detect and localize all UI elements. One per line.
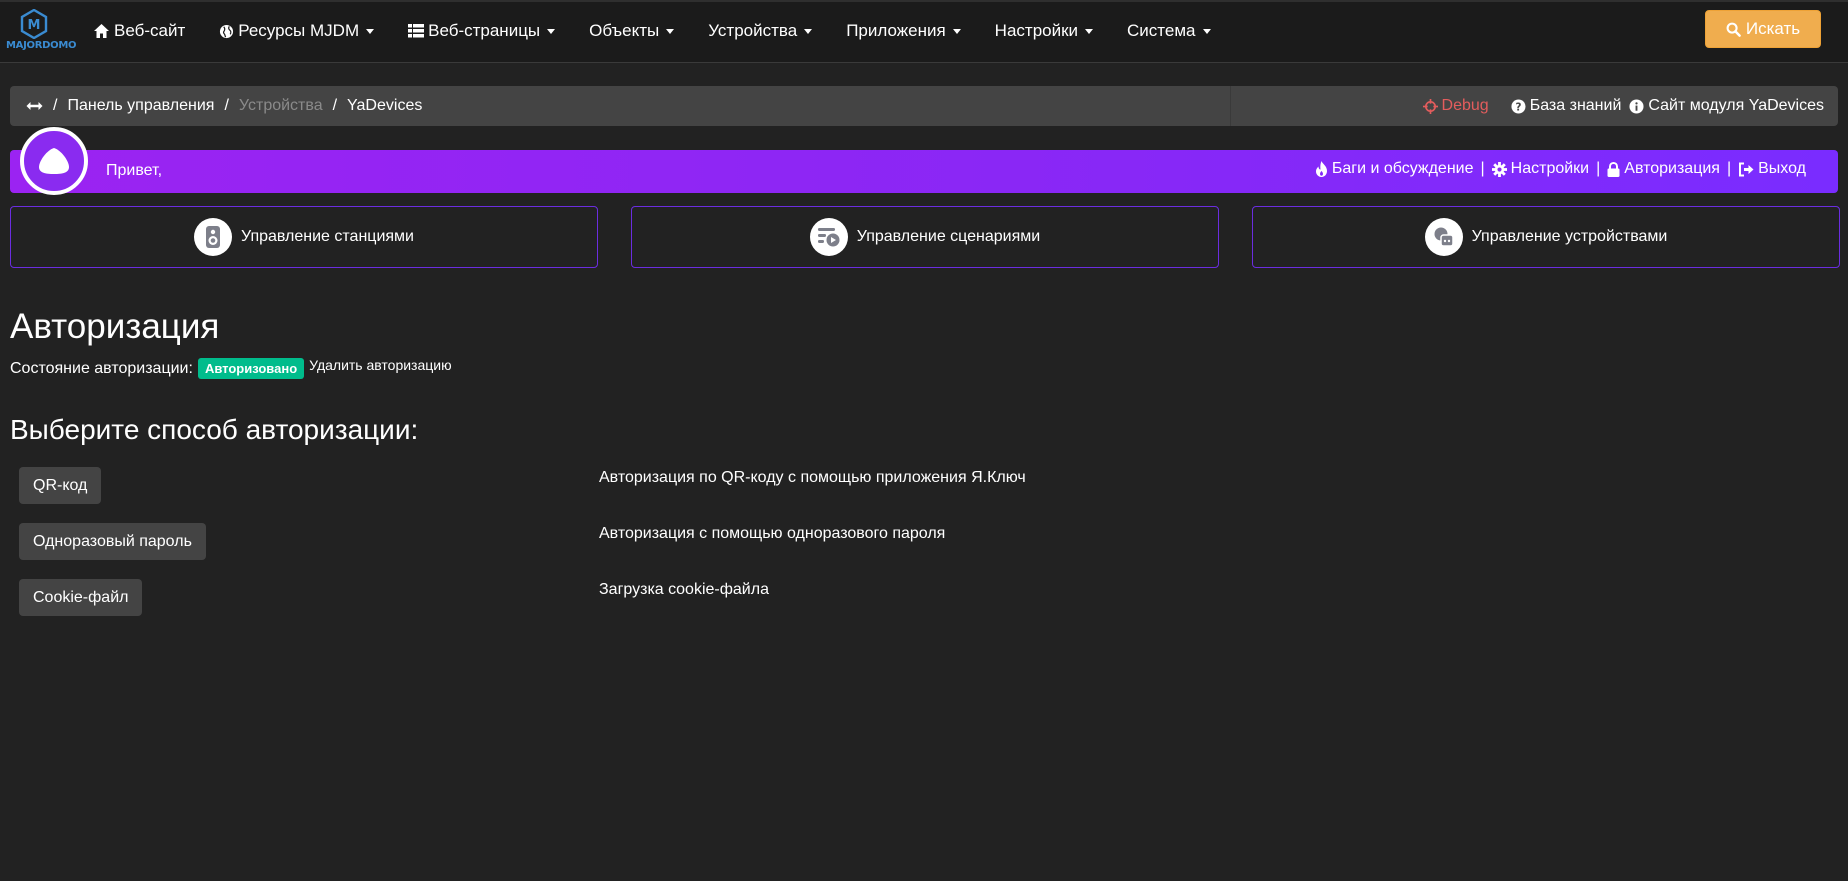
breadcrumb-actions: Debug ? База знаний Сайт модуля YaDevice… (1230, 86, 1838, 126)
choose-method-title: Выберите способ авторизации: (10, 414, 419, 445)
search-button[interactable]: Искать (1705, 10, 1821, 48)
chevron-down-icon (1202, 28, 1211, 34)
chevron-down-icon (366, 28, 375, 34)
bugs-link[interactable]: Баги и обсуждение (1315, 160, 1474, 178)
knowledge-base-link[interactable]: ? База знаний (1511, 97, 1622, 115)
logout-link[interactable]: Выход (1738, 160, 1806, 178)
nav-item-system[interactable]: Система (1110, 0, 1227, 62)
home-icon (93, 23, 110, 39)
auth-link[interactable]: Авторизация (1607, 160, 1720, 178)
greeting-text: Привет, (106, 162, 163, 179)
search-button-label: Искать (1745, 19, 1801, 38)
breadcrumb-separator: / (332, 97, 338, 114)
search-icon (1726, 22, 1741, 37)
scenario-icon (809, 218, 848, 256)
logo-icon: M (20, 9, 48, 39)
link-separator: | (1480, 160, 1485, 177)
manage-stations-label: Управление станциями (241, 228, 414, 245)
nav-item-label: Веб-страницы (428, 21, 541, 40)
nav-item-label: Устройства (708, 21, 798, 40)
chevron-down-icon (952, 28, 961, 34)
nav-item-label: Система (1127, 21, 1196, 40)
auth-status-line: Состояние авторизации: Авторизовано Удал… (10, 357, 452, 379)
page-title: Авторизация (10, 307, 220, 346)
auth-label: Авторизация (1624, 160, 1720, 177)
bugs-label: Баги и обсуждение (1331, 160, 1474, 177)
logout-label: Выход (1758, 160, 1806, 177)
gear-icon (1491, 161, 1507, 177)
svg-text:?: ? (1515, 101, 1521, 113)
qr-code-description: Авторизация по QR-коду с помощью приложе… (599, 469, 1026, 486)
chevron-down-icon (1085, 28, 1094, 34)
nav-item-website[interactable]: Веб-сайт (80, 0, 202, 62)
speaker-icon (194, 218, 232, 256)
manage-scenarios-label: Управление сценариями (856, 228, 1041, 245)
nav-item-objects[interactable]: Объекты (572, 0, 691, 62)
chevron-down-icon (666, 28, 675, 34)
auth-status-label: Состояние авторизации: (10, 359, 193, 377)
nav-item-label: Приложения (846, 21, 946, 40)
settings-link[interactable]: Настройки (1491, 160, 1590, 178)
lock-icon (1607, 161, 1620, 177)
manage-devices-label: Управление устройствами (1471, 228, 1668, 245)
nav-item-label: Настройки (994, 21, 1079, 40)
nav-item-webpages[interactable]: Веб-страницы (391, 0, 572, 62)
nav-item-label: Ресурсы MJDM (238, 21, 360, 40)
link-separator: | (1596, 160, 1601, 177)
cookie-file-button[interactable]: Cookie-файл (19, 579, 143, 616)
module-site-label: Сайт модуля YaDevices (1648, 97, 1824, 114)
breadcrumb-separator: / (53, 97, 58, 114)
info-circle-icon (1629, 98, 1644, 114)
nav-item-devices[interactable]: Устройства (691, 0, 829, 62)
sign-out-icon (1738, 162, 1754, 177)
fire-icon (1315, 161, 1328, 177)
globe-icon (219, 24, 234, 39)
majordomo-logo[interactable]: M MAJORDOMO (6, 9, 77, 55)
link-separator: | (1726, 160, 1732, 177)
nav-item-settings[interactable]: Настройки (978, 0, 1110, 62)
manage-devices-button[interactable]: Управление устройствами (1252, 206, 1840, 268)
nav-item-label: Веб-сайт (114, 21, 186, 40)
nav-item-label: Объекты (589, 21, 660, 40)
devices-icon (1424, 218, 1463, 256)
settings-label: Настройки (1510, 160, 1590, 177)
status-badge: Авторизовано (197, 358, 305, 379)
nav-item-apps[interactable]: Приложения (829, 0, 977, 62)
one-time-password-description: Авторизация с помощью одноразового парол… (599, 525, 946, 542)
one-time-password-button[interactable]: Одноразовый пароль (19, 523, 206, 560)
logo-text: MAJORDOMO (6, 40, 77, 51)
table-icon (408, 24, 425, 38)
qr-code-button[interactable]: QR-код (19, 467, 102, 504)
toggle-width-icon[interactable] (26, 101, 43, 111)
breadcrumb: / Панель управления / Устройства / YaDev… (10, 86, 1230, 126)
main-nav: Веб-сайт Ресурсы MJDM Веб-страницы Объек… (80, 0, 1228, 62)
breadcrumb-current: YaDevices (347, 97, 423, 114)
module-site-link[interactable]: Сайт модуля YaDevices (1629, 97, 1824, 115)
breadcrumb-separator: / (224, 97, 229, 114)
knowledge-base-label: База знаний (1529, 97, 1622, 114)
svg-text:M: M (28, 18, 41, 33)
delete-auth-link[interactable]: Удалить авторизацию (309, 357, 451, 373)
alice-header-links: Баги и обсуждение | Настройки | Авториза… (1315, 160, 1806, 178)
cookie-file-description: Загрузка cookie-файла (599, 581, 769, 598)
question-circle-icon: ? (1511, 98, 1526, 114)
alice-logo-icon (20, 127, 88, 195)
chevron-down-icon (547, 28, 556, 34)
nav-item-resources[interactable]: Ресурсы MJDM (202, 0, 391, 62)
debug-label: Debug (1441, 97, 1489, 114)
breadcrumb-control-panel[interactable]: Панель управления (67, 97, 214, 115)
debug-link[interactable]: Debug (1422, 97, 1489, 115)
chevron-down-icon (804, 28, 813, 34)
top-navbar: M MAJORDOMO Веб-сайт Ресурсы MJDM Веб-ст… (0, 0, 1848, 63)
breadcrumb-devices[interactable]: Устройства (239, 97, 323, 115)
manage-scenarios-button[interactable]: Управление сценариями (631, 206, 1219, 268)
crosshair-icon (1422, 98, 1438, 114)
manage-stations-button[interactable]: Управление станциями (10, 206, 598, 268)
